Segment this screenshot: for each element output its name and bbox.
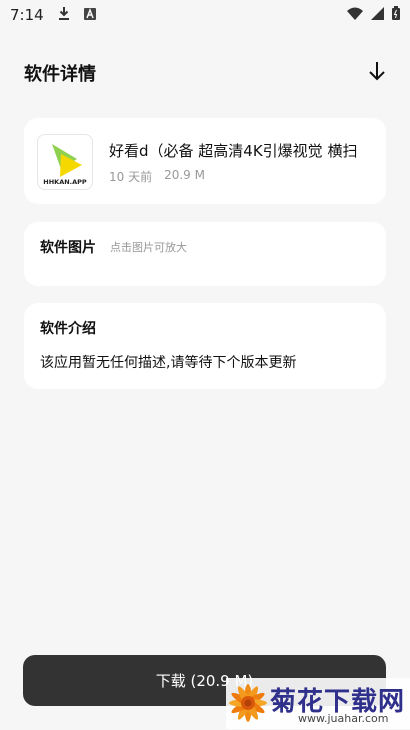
software-images-section: 软件图片 点击图片可放大 [24,222,386,286]
battery-icon [392,6,400,24]
watermark-url: www.juahar.com [298,712,389,725]
app-size: 20.9 M [164,168,205,182]
app-icon-label: HHKAN.APP [43,178,87,186]
app-meta: 10 天前 20.9 M [109,168,205,185]
page-header: 软件详情 [24,58,386,88]
site-watermark: 菊花下载网 www.juahar.com [226,678,410,729]
status-bar: 7:14 [0,0,410,30]
intro-description: 该应用暂无任何描述,请等待下个版本更新 [40,355,297,371]
app-name: 好看d（必备 超高清4K引爆视觉 横扫 [109,142,358,160]
images-hint: 点击图片可放大 [110,241,187,254]
download-icon [58,6,70,24]
status-time: 7:14 [10,6,44,24]
section-title-images: 软件图片 [40,240,96,256]
page-title: 软件详情 [24,64,96,85]
signal-icon [371,6,384,24]
arrow-down-icon[interactable] [368,61,386,85]
software-intro-section: 软件介绍 该应用暂无任何描述,请等待下个版本更新 [24,303,386,389]
section-title-intro: 软件介绍 [40,321,96,337]
a-icon [83,6,96,24]
app-info-card[interactable]: HHKAN.APP 好看d（必备 超高清4K引爆视觉 横扫 10 天前 20.9… [24,118,386,204]
app-icon: HHKAN.APP [37,134,93,190]
flower-logo-icon [226,680,270,730]
wifi-icon [347,6,363,24]
app-age: 10 天前 [109,170,153,184]
